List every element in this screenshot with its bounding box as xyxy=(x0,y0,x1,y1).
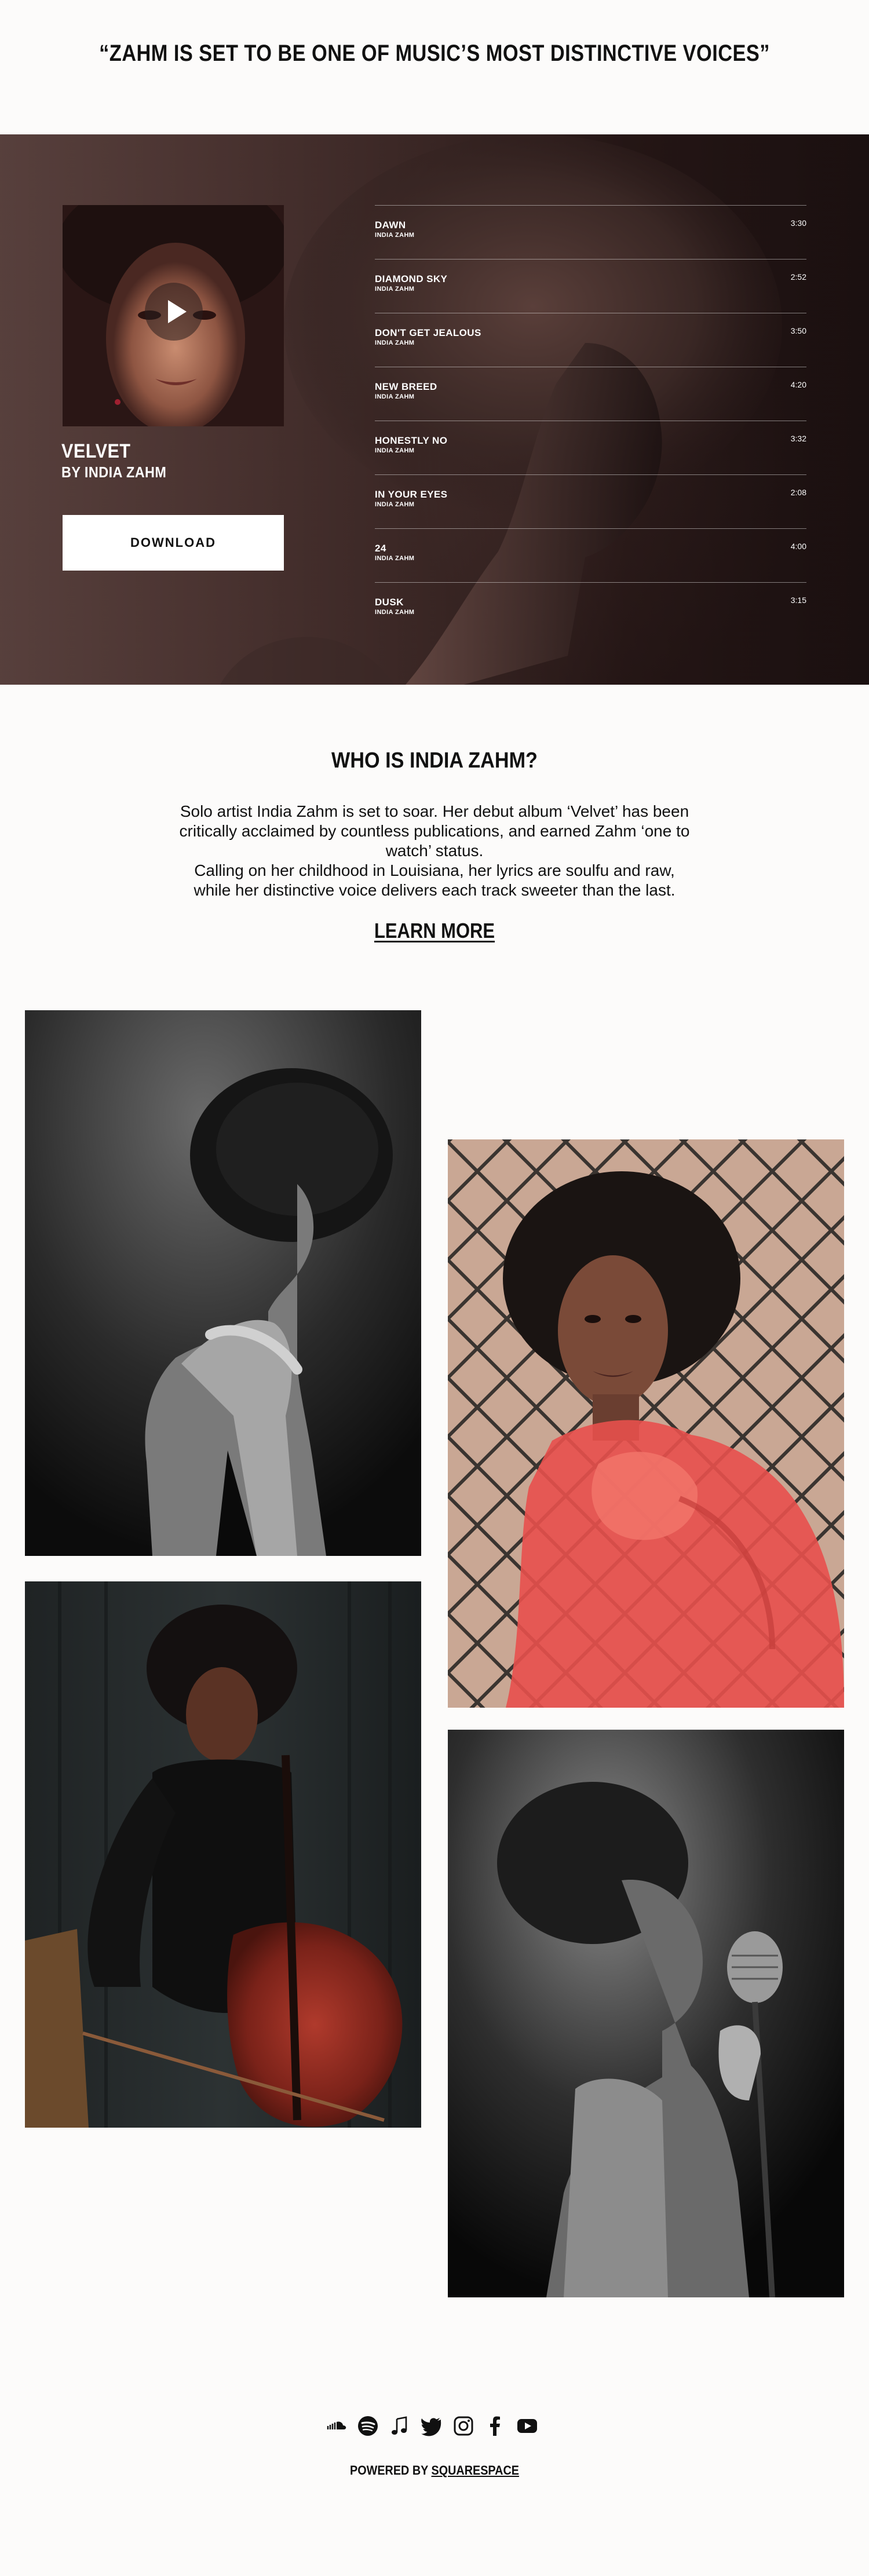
youtube-icon[interactable] xyxy=(516,2414,539,2438)
track-artist: INDIA ZAHM xyxy=(375,232,415,239)
track-duration: 3:50 xyxy=(790,326,806,335)
track-name: IN YOUR EYES xyxy=(375,489,448,500)
track-duration: 3:32 xyxy=(790,434,806,443)
page: “ZAHM IS SET TO BE ONE OF MUSIC’S MOST D… xyxy=(0,0,869,2576)
about-text: Solo artist India Zahm is set to soar. H… xyxy=(174,802,695,900)
itunes-icon[interactable] xyxy=(388,2414,411,2438)
track-row[interactable]: NEW BREED INDIA ZAHM 4:20 xyxy=(375,367,806,421)
track-artist: INDIA ZAHM xyxy=(375,609,415,616)
track-list: DAWN INDIA ZAHM 3:30 DIAMOND SKY INDIA Z… xyxy=(375,205,806,636)
track-duration: 3:15 xyxy=(790,595,806,605)
play-icon xyxy=(168,300,187,323)
track-duration: 4:00 xyxy=(790,542,806,551)
instagram-icon[interactable] xyxy=(452,2414,475,2438)
track-artist: INDIA ZAHM xyxy=(375,555,415,562)
track-name: DON'T GET JEALOUS xyxy=(375,327,481,338)
track-name: HONESTLY NO xyxy=(375,435,448,446)
track-artist: INDIA ZAHM xyxy=(375,447,415,454)
track-artist: INDIA ZAHM xyxy=(375,393,415,400)
track-artist: INDIA ZAHM xyxy=(375,339,415,346)
track-row[interactable]: 24 INDIA ZAHM 4:00 xyxy=(375,528,806,582)
track-row[interactable]: DUSK INDIA ZAHM 3:15 xyxy=(375,582,806,636)
gallery-photo-microphone xyxy=(448,1730,844,2297)
track-duration: 2:08 xyxy=(790,488,806,497)
track-name: DAWN xyxy=(375,220,406,231)
powered-by-label: POWERED BY xyxy=(350,2463,428,2478)
gallery-photo-profile xyxy=(25,1010,421,1556)
squarespace-link[interactable]: SQUARESPACE xyxy=(432,2463,519,2478)
facebook-icon[interactable] xyxy=(484,2414,507,2438)
track-row[interactable]: IN YOUR EYES INDIA ZAHM 2:08 xyxy=(375,474,806,528)
gallery-photo-red-scarf xyxy=(448,1139,844,1708)
learn-more-link[interactable]: LEARN MORE xyxy=(61,919,808,943)
soundcloud-icon[interactable] xyxy=(324,2414,348,2438)
gallery-photo-cello xyxy=(25,1581,421,2128)
social-links xyxy=(324,2414,545,2438)
track-artist: INDIA ZAHM xyxy=(375,286,415,293)
track-row[interactable]: DAWN INDIA ZAHM 3:30 xyxy=(375,205,806,259)
about-paragraph: Solo artist India Zahm is set to soar. H… xyxy=(179,802,690,860)
powered-by: POWERED BY SQUARESPACE xyxy=(43,2463,826,2478)
track-row[interactable]: HONESTLY NO INDIA ZAHM 3:32 xyxy=(375,421,806,474)
track-name: DIAMOND SKY xyxy=(375,273,448,284)
page-quote: “ZAHM IS SET TO BE ONE OF MUSIC’S MOST D… xyxy=(99,41,770,66)
track-row[interactable]: DIAMOND SKY INDIA ZAHM 2:52 xyxy=(375,259,806,313)
download-button[interactable]: DOWNLOAD xyxy=(63,515,284,571)
about-title: WHO IS INDIA ZAHM? xyxy=(331,748,538,773)
spotify-icon[interactable] xyxy=(356,2414,379,2438)
track-artist: INDIA ZAHM xyxy=(375,501,415,508)
play-button[interactable] xyxy=(145,283,203,341)
track-duration: 2:52 xyxy=(790,272,806,282)
track-duration: 3:30 xyxy=(790,218,806,228)
album-cover[interactable] xyxy=(63,205,284,426)
twitter-icon[interactable] xyxy=(420,2414,443,2438)
track-name: NEW BREED xyxy=(375,381,437,392)
track-duration: 4:20 xyxy=(790,380,806,389)
album-title: VELVET xyxy=(61,440,131,462)
track-row[interactable]: DON'T GET JEALOUS INDIA ZAHM 3:50 xyxy=(375,313,806,367)
track-name: DUSK xyxy=(375,597,404,608)
about-paragraph: Calling on her childhood in Louisiana, h… xyxy=(193,861,676,899)
album-artist: BY INDIA ZAHM xyxy=(61,463,167,481)
track-name: 24 xyxy=(375,543,386,554)
album-player: VELVET BY INDIA ZAHM DOWNLOAD DAWN INDIA… xyxy=(0,134,869,685)
